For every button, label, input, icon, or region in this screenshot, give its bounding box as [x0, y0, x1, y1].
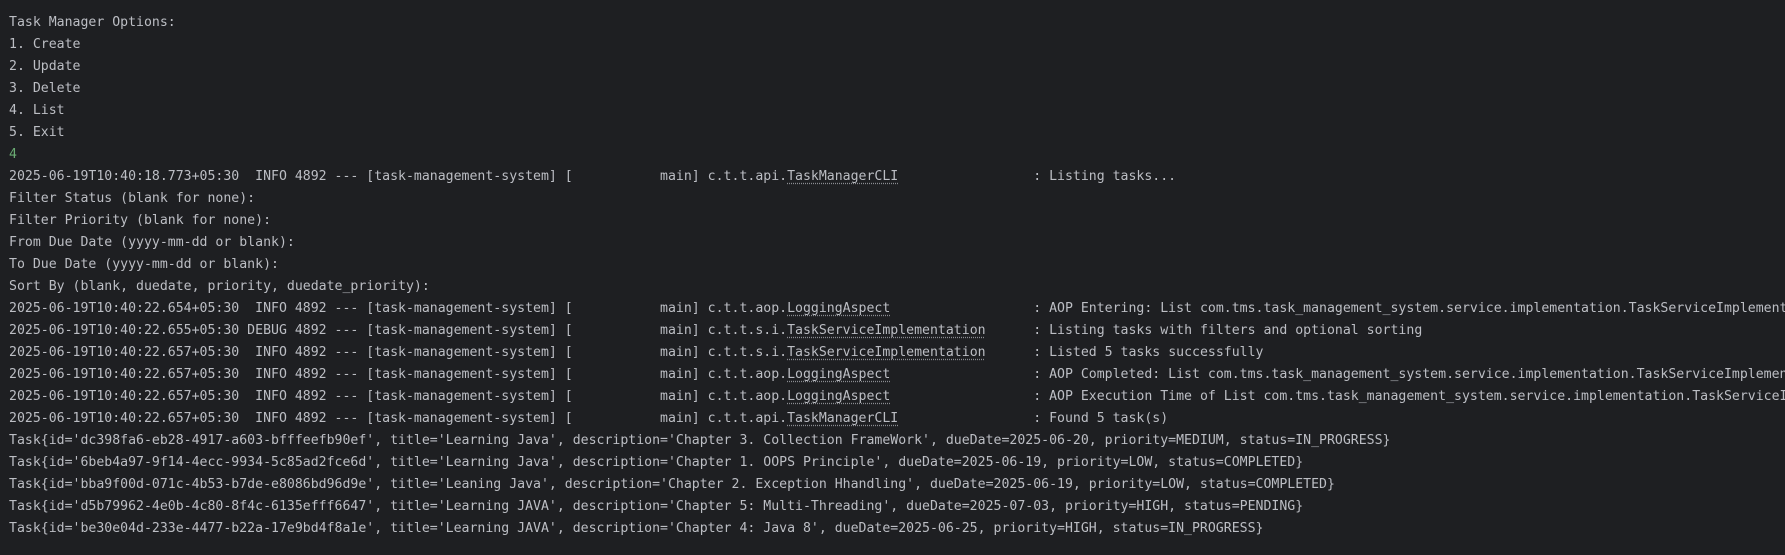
prompt-sort-by: Sort By (blank, duedate, priority, dueda… [9, 279, 430, 294]
prompt-to-due-date: To Due Date (yyyy-mm-dd or blank): [9, 257, 279, 272]
log-prefix: 2025-06-19T10:40:22.654+05:30 INFO 4892 … [9, 301, 788, 316]
menu-title: Task Manager Options: [9, 15, 176, 30]
log-message: : AOP Execution Time of List com.tms.tas… [1033, 389, 1785, 404]
logger-link[interactable]: TaskManagerCLI [787, 169, 898, 184]
log-prefix: 2025-06-19T10:40:22.657+05:30 INFO 4892 … [9, 389, 788, 404]
log-prefix: 2025-06-19T10:40:22.655+05:30 DEBUG 4892… [9, 323, 788, 338]
log-message: : Listing tasks with filters and optiona… [985, 323, 1423, 338]
log-line: 2025-06-19T10:40:22.657+05:30 INFO 4892 … [9, 364, 1785, 386]
prompt-from-due-date: From Due Date (yyyy-mm-dd or blank): [9, 235, 295, 250]
task-line: Task{id='6beb4a97-9f14-4ecc-9934-5c85ad2… [9, 455, 1304, 470]
log-line-listing: 2025-06-19T10:40:18.773+05:30 INFO 4892 … [9, 166, 1785, 188]
task-line: Task{id='bba9f00d-071c-4b53-b7de-e8086bd… [9, 477, 1335, 492]
log-prefix: 2025-06-19T10:40:22.657+05:30 INFO 4892 … [9, 345, 788, 360]
task-line: Task{id='d5b79962-4e0b-4c80-8f4c-6135eff… [9, 499, 1304, 514]
log-message: : Listing tasks... [898, 169, 1177, 184]
log-message: : AOP Completed: List com.tms.task_manag… [890, 367, 1785, 382]
logger-link[interactable]: TaskManagerCLI [787, 411, 898, 426]
logger-link[interactable]: LoggingAspect [787, 389, 890, 404]
prompt-filter-priority: Filter Priority (blank for none): [9, 213, 272, 228]
prompt-filter-status: Filter Status (blank for none): [9, 191, 256, 206]
menu-option-list: 4. List [9, 103, 65, 118]
task-line: Task{id='dc398fa6-eb28-4917-a603-bfffeef… [9, 433, 1391, 448]
log-message: : Listed 5 tasks successfully [985, 345, 1264, 360]
logger-link[interactable]: TaskServiceImplementation [787, 345, 986, 360]
log-line: 2025-06-19T10:40:22.657+05:30 INFO 4892 … [9, 408, 1785, 430]
menu-option-update: 2. Update [9, 59, 81, 74]
logger-link[interactable]: LoggingAspect [787, 301, 890, 316]
log-line: 2025-06-19T10:40:22.654+05:30 INFO 4892 … [9, 298, 1785, 320]
log-message: : AOP Entering: List com.tms.task_manage… [890, 301, 1785, 316]
task-line: Task{id='be30e04d-233e-4477-b22a-17e9bd4… [9, 521, 1264, 536]
console-output[interactable]: Task Manager Options: 1. Create 2. Updat… [0, 0, 1785, 555]
log-line: 2025-06-19T10:40:22.655+05:30 DEBUG 4892… [9, 320, 1785, 342]
log-prefix: 2025-06-19T10:40:18.773+05:30 INFO 4892 … [9, 169, 788, 184]
log-line: 2025-06-19T10:40:22.657+05:30 INFO 4892 … [9, 386, 1785, 408]
log-message: : Found 5 task(s) [898, 411, 1169, 426]
menu-option-exit: 5. Exit [9, 125, 65, 140]
menu-option-delete: 3. Delete [9, 81, 81, 96]
menu-option-create: 1. Create [9, 37, 81, 52]
log-line: 2025-06-19T10:40:22.657+05:30 INFO 4892 … [9, 342, 1785, 364]
logger-link[interactable]: LoggingAspect [787, 367, 890, 382]
log-prefix: 2025-06-19T10:40:22.657+05:30 INFO 4892 … [9, 411, 788, 426]
logger-link[interactable]: TaskServiceImplementation [787, 323, 986, 338]
user-input-echo: 4 [9, 147, 17, 162]
log-prefix: 2025-06-19T10:40:22.657+05:30 INFO 4892 … [9, 367, 788, 382]
